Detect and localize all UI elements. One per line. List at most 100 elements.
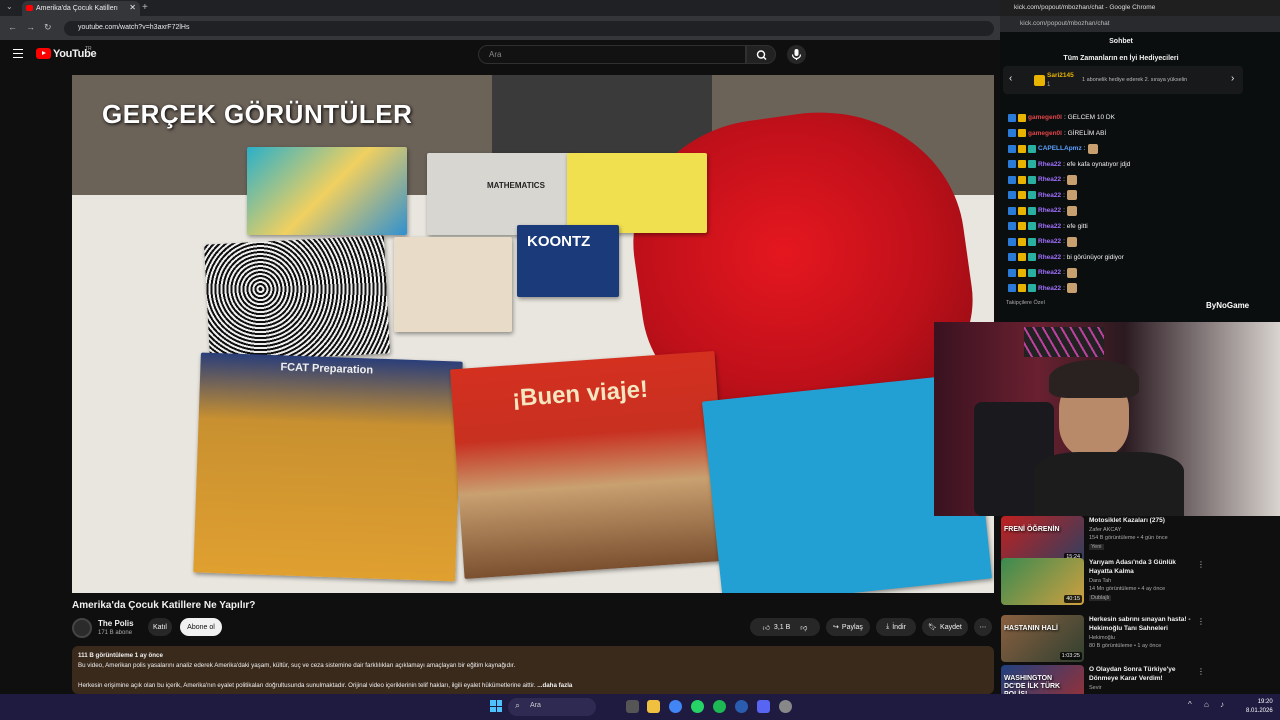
close-tab-icon[interactable]: ✕ xyxy=(129,3,136,12)
youtube-logo-icon[interactable] xyxy=(36,48,51,59)
share-button[interactable]: ↪ Paylaş xyxy=(826,618,870,636)
chat-username[interactable]: Rhea22 xyxy=(1038,285,1061,292)
thumbnail-text: FRENİ ÖĞRENİN xyxy=(1004,526,1060,533)
search-button[interactable] xyxy=(746,45,776,64)
related-video[interactable]: HASTANIN HALİ 1:03:25 Herkesin sabrını sın… xyxy=(1001,615,1205,665)
chat-emote-icon xyxy=(1066,205,1077,216)
channel-avatar[interactable] xyxy=(72,618,92,638)
related-thumbnail[interactable]: 40:15 xyxy=(1001,558,1084,605)
chat-username[interactable]: Rhea22 xyxy=(1038,176,1061,183)
book-yellow xyxy=(567,153,707,233)
chat-url[interactable]: kick.com/popout/mbozhan/chat xyxy=(1000,16,1280,32)
thumbs-down-icon[interactable]: 👎︎ xyxy=(800,623,807,632)
description-box[interactable]: 111 B görüntüleme 1 ay önce Bu video, Am… xyxy=(72,646,994,694)
chat-emote-icon xyxy=(1066,236,1077,247)
new-tab-icon[interactable]: + xyxy=(142,2,148,13)
related-menu-icon[interactable]: ⋮ xyxy=(1197,667,1205,676)
chat-text: : xyxy=(1063,269,1065,277)
steam-icon[interactable] xyxy=(735,700,748,713)
streamer-shirt xyxy=(1034,452,1184,516)
url-field[interactable]: youtube.com/watch?v=h3axrF72lHs xyxy=(64,21,994,36)
chat-username[interactable]: CAPELLApmz xyxy=(1038,145,1082,152)
tray-chevron-icon[interactable]: ^ xyxy=(1188,700,1192,709)
voice-search-button[interactable] xyxy=(787,45,806,64)
related-thumbnail[interactable]: HASTANIN HALİ 1:03:25 xyxy=(1001,615,1084,662)
chat-username[interactable]: Rhea22 xyxy=(1038,254,1061,261)
chat-username[interactable]: gamegen0l xyxy=(1028,130,1062,137)
chat-badge-icon xyxy=(1018,129,1026,138)
related-title[interactable]: Herkesin sabrını sınayan hasta! - Hekimo… xyxy=(1089,615,1199,633)
next-gifter-icon[interactable]: › xyxy=(1231,73,1234,84)
tray-network-icon[interactable]: ⌂ xyxy=(1204,700,1209,709)
chat-badge-icon xyxy=(1008,206,1016,215)
like-button[interactable]: 👍︎ 3,1 B 👎︎ xyxy=(750,618,820,636)
chat-badge-icon xyxy=(1008,222,1016,231)
related-channel[interactable]: Hekimoğlu xyxy=(1089,635,1115,641)
share-label: Paylaş xyxy=(841,623,863,631)
chat-badge-icon xyxy=(1018,160,1026,169)
related-thumbnail[interactable]: FRENİ ÖĞRENİN 15:24 xyxy=(1001,516,1084,563)
search-input[interactable]: Ara xyxy=(478,45,746,64)
back-icon[interactable]: ← xyxy=(8,22,17,32)
thumbs-up-icon: 👍︎ xyxy=(762,624,770,632)
spotify-icon[interactable] xyxy=(713,700,726,713)
chat-text: : xyxy=(1083,145,1086,153)
top-gifter-name[interactable]: Sari2145 xyxy=(1047,72,1074,79)
show-more-link[interactable]: ...daha fazla xyxy=(537,682,572,689)
subscribe-button[interactable]: Abone ol xyxy=(180,618,222,636)
menu-icon[interactable] xyxy=(13,49,23,58)
thumbnail-text: HASTANIN HALİ xyxy=(1004,625,1058,632)
tab-list-dropdown-icon[interactable]: ⌄ xyxy=(6,2,13,11)
forward-icon[interactable]: → xyxy=(26,22,35,32)
tray-volume-icon[interactable]: ♪ xyxy=(1220,700,1224,709)
browser-tab[interactable]: Amerika'da Çocuk Katillerı ✕ xyxy=(22,1,140,16)
related-channel[interactable]: Dara Tah xyxy=(1089,578,1111,584)
chat-message-list: gamegen0l: GELCEM 10 DK gamegen0l: GİRELİ… xyxy=(1008,110,1240,296)
whatsapp-icon[interactable] xyxy=(691,700,704,713)
windows-taskbar xyxy=(0,694,1280,720)
chat-username[interactable]: Rhea22 xyxy=(1038,238,1061,245)
related-title[interactable]: O Olaydan Sonra Türkiye'ye Dönmeye Karar… xyxy=(1089,665,1199,683)
chat-emote-icon xyxy=(1066,174,1077,185)
related-menu-icon[interactable]: ⋮ xyxy=(1197,560,1205,569)
chat-username[interactable]: Rhea22 xyxy=(1038,161,1061,168)
related-channel[interactable]: Sevir xyxy=(1089,685,1102,691)
chat-text: : xyxy=(1063,238,1065,246)
app-icon[interactable] xyxy=(779,700,792,713)
chat-username[interactable]: Rhea22 xyxy=(1038,192,1061,199)
save-button[interactable]: 🔖︎ Kaydet xyxy=(922,618,968,636)
task-view-icon[interactable] xyxy=(626,700,639,713)
related-menu-icon[interactable]: ⋮ xyxy=(1197,617,1205,626)
chrome-icon[interactable] xyxy=(669,700,682,713)
chat-username[interactable]: Rhea22 xyxy=(1038,269,1061,276)
discord-icon[interactable] xyxy=(757,700,770,713)
join-button[interactable]: Katıl xyxy=(148,618,172,636)
gifter-badge-icon xyxy=(1034,75,1045,86)
reload-icon[interactable]: ↻ xyxy=(44,22,52,33)
related-channel[interactable]: Zafer AKCAY xyxy=(1089,527,1121,533)
video-player[interactable]: MATHEMATICS KOONTZ FCAT Preparation ¡Bue… xyxy=(72,75,994,593)
channel-name[interactable]: The Polis xyxy=(98,619,134,628)
chat-badge-icon xyxy=(1008,268,1016,277)
related-title[interactable]: Yarıyam Adası'nda 3 Günlük Hayatta Kalma xyxy=(1089,558,1199,576)
chat-badge-icon xyxy=(1028,284,1036,293)
chat-username[interactable]: Rhea22 xyxy=(1038,223,1061,230)
chat-message: Rhea22: efe gitti xyxy=(1008,219,1240,235)
chat-username[interactable]: gamegen0l xyxy=(1028,114,1062,121)
start-icon[interactable] xyxy=(490,700,502,712)
chat-badge-icon xyxy=(1028,191,1036,200)
related-views: 154 B görüntüleme • 4 gün önce xyxy=(1089,535,1168,541)
prev-gifter-icon[interactable]: ‹ xyxy=(1009,73,1012,84)
related-title[interactable]: Motosiklet Kazaları (275) xyxy=(1089,516,1199,525)
chat-username[interactable]: Rhea22 xyxy=(1038,207,1061,214)
book-mango xyxy=(394,237,512,332)
chat-text: : bi görünüyor gidiyor xyxy=(1063,253,1124,261)
download-button[interactable]: ⤓ İndir xyxy=(876,618,916,636)
taskbar-clock[interactable]: 19:20 8.01.2026 xyxy=(1246,698,1273,716)
file-explorer-icon[interactable] xyxy=(647,700,660,713)
taskbar-search[interactable]: Ara xyxy=(508,698,596,716)
book-koontz: KOONTZ xyxy=(517,225,619,297)
more-actions-button[interactable]: ⋯ xyxy=(974,618,992,636)
related-video[interactable]: 40:15 Yarıyam Adası'nda 3 Günlük Hayatta … xyxy=(1001,558,1205,608)
related-badge: Dublajlı xyxy=(1089,595,1112,601)
